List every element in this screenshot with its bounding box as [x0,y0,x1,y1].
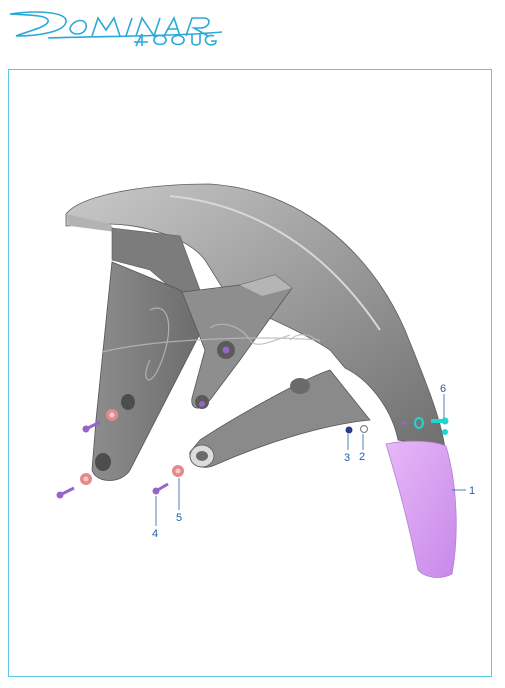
bolt-bracket-upper [222,346,230,354]
washer-upper-left [106,409,118,421]
part-2-washer [359,424,369,434]
washer-center [172,465,184,477]
washer-lower-left [80,473,92,485]
callout-4: 4 [152,528,158,540]
bolt-center [152,482,169,495]
upper-bracket [181,274,293,409]
bolt-lower-left [56,486,75,499]
part-3-nut [345,426,353,434]
callout-2: 2 [359,451,365,463]
bolt-bracket-lower [199,401,205,407]
callout-3: 3 [344,452,350,464]
callout-5: 5 [176,512,182,524]
exploded-parts-diagram: 1 2 3 4 5 6 [56,183,475,578]
callout-1: 1 [469,485,475,497]
callout-6: 6 [440,383,446,395]
rear-mudflap [385,440,457,578]
